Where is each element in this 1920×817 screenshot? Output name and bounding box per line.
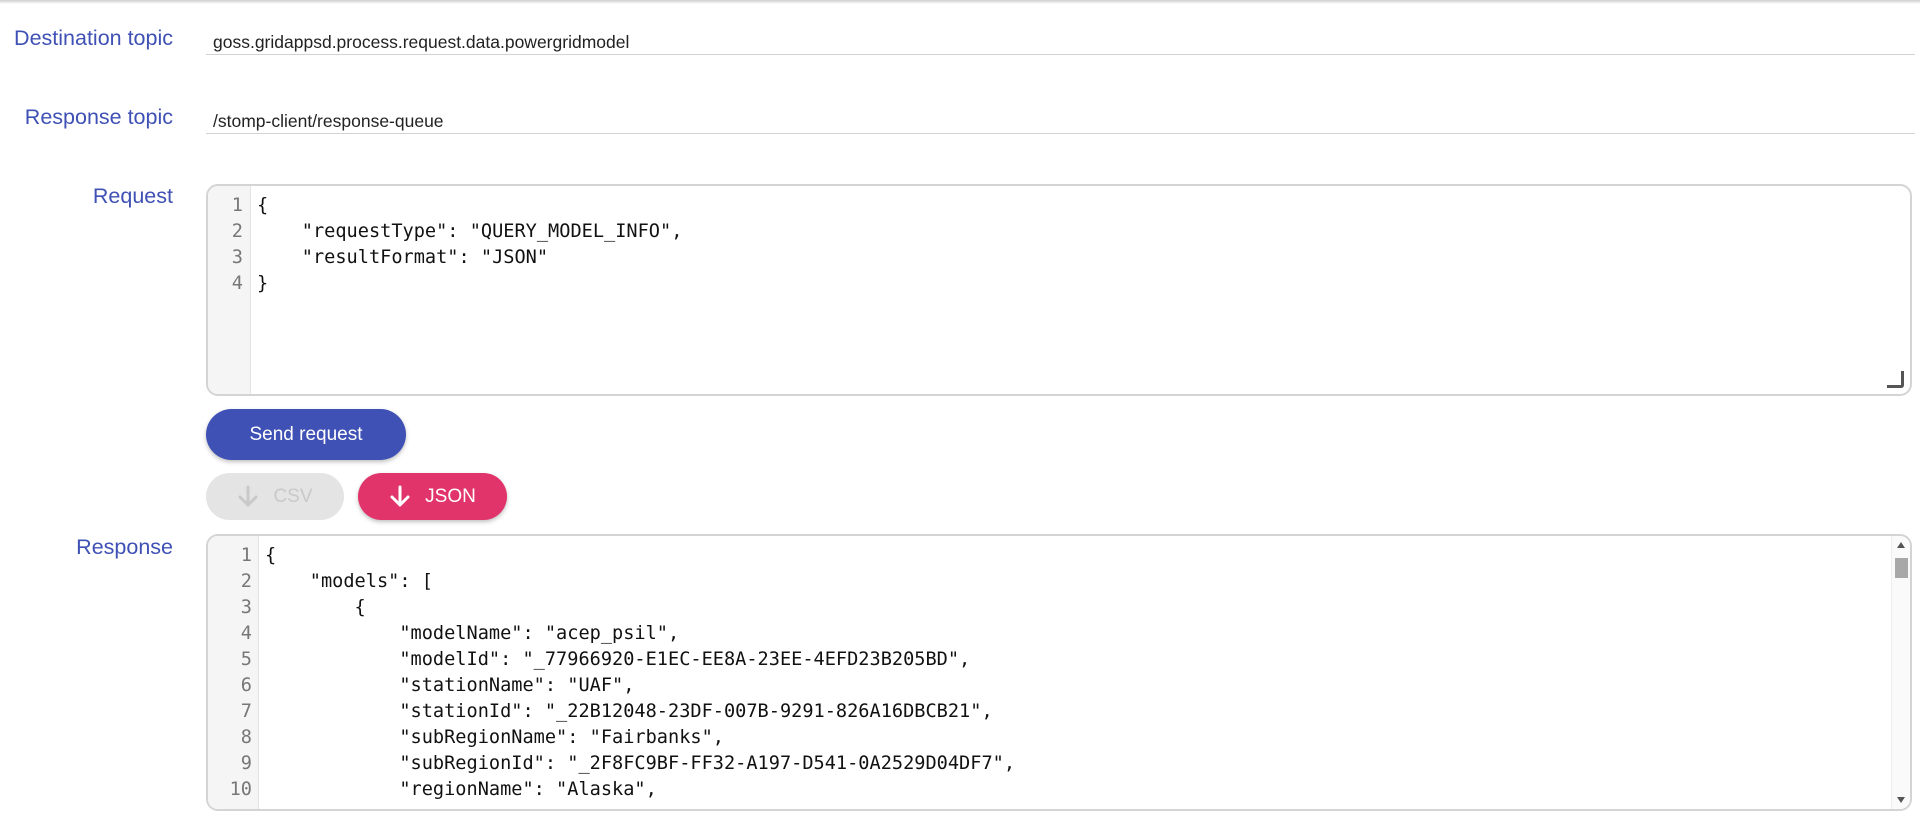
line-number: 3 <box>240 597 252 618</box>
code-text: "requestType": "QUERY_MODEL_INFO", <box>257 221 683 242</box>
send-request-label: Send request <box>249 423 363 445</box>
download-csv-label: CSV <box>273 485 313 507</box>
line-number: 4 <box>240 623 252 644</box>
response-scrollbar[interactable] <box>1891 536 1910 809</box>
line-number: 3 <box>231 247 243 268</box>
line-number: 8 <box>240 727 252 748</box>
code-text: "modelName": "acep_psil", <box>265 623 680 644</box>
arrow-down-icon <box>390 485 410 506</box>
request-code-line: 4} <box>208 271 1910 297</box>
code-text: { <box>257 195 269 216</box>
download-csv-button[interactable]: CSV <box>206 473 344 520</box>
code-text: "subRegionId": "_2F8FC9BF-FF32-A197-D541… <box>265 753 1016 774</box>
response-code-line: 2 "models": [ <box>208 569 1910 595</box>
code-text: } <box>257 273 269 294</box>
response-topic-label: Response topic <box>24 105 173 129</box>
code-text: "regionName": "Alaska", <box>265 779 657 800</box>
code-text: "modelId": "_77966920-E1EC-EE8A-23EE-4EF… <box>265 649 971 670</box>
response-topic-input[interactable]: /stomp-client/response-queue <box>206 109 1915 134</box>
line-number: 2 <box>240 571 252 592</box>
request-code-line: 2 "requestType": "QUERY_MODEL_INFO", <box>208 219 1910 245</box>
app-bar-shadow <box>0 0 1920 4</box>
request-editor[interactable]: 1{2 "requestType": "QUERY_MODEL_INFO", 3 … <box>206 184 1912 396</box>
line-number: 6 <box>240 675 252 696</box>
response-code-line: 6 "stationName": "UAF", <box>208 673 1910 699</box>
code-text: { <box>265 597 366 618</box>
code-text: { <box>265 545 277 566</box>
scroll-thumb[interactable] <box>1895 558 1908 578</box>
response-label: Response <box>76 535 173 559</box>
line-number: 5 <box>240 649 252 670</box>
response-code-line: 4 "modelName": "acep_psil", <box>208 621 1910 647</box>
line-number: 4 <box>231 273 243 294</box>
arrow-down-icon <box>238 485 258 506</box>
response-code-line: 10 "regionName": "Alaska", <box>208 777 1910 803</box>
destination-topic-label: Destination topic <box>14 26 173 50</box>
line-number: 10 <box>229 779 252 800</box>
request-code-line: 3 "resultFormat": "JSON" <box>208 245 1910 271</box>
scroll-up-icon[interactable] <box>1897 542 1905 548</box>
code-text: "subRegionName": "Fairbanks", <box>265 727 724 748</box>
code-text: "resultFormat": "JSON" <box>257 247 549 268</box>
response-editor[interactable]: 1{2 "models": [3 {4 "modelName": "acep_p… <box>206 534 1912 811</box>
code-text: "stationId": "_22B12048-23DF-007B-9291-8… <box>265 701 993 722</box>
destination-topic-input[interactable]: goss.gridappsd.process.request.data.powe… <box>206 30 1915 55</box>
line-number: 2 <box>231 221 243 242</box>
scroll-down-icon[interactable] <box>1897 797 1905 803</box>
code-text: "stationName": "UAF", <box>265 675 635 696</box>
download-json-label: JSON <box>425 485 476 507</box>
response-code-line: 7 "stationId": "_22B12048-23DF-007B-9291… <box>208 699 1910 725</box>
send-request-button[interactable]: Send request <box>206 409 406 460</box>
request-code-line: 1{ <box>208 193 1910 219</box>
response-code-line: 5 "modelId": "_77966920-E1EC-EE8A-23EE-4… <box>208 647 1910 673</box>
line-number: 1 <box>240 545 252 566</box>
line-number: 7 <box>240 701 252 722</box>
code-text: "models": [ <box>265 571 433 592</box>
request-label: Request <box>92 184 173 208</box>
line-number: 1 <box>231 195 243 216</box>
response-code-line: 8 "subRegionName": "Fairbanks", <box>208 725 1910 751</box>
download-json-button[interactable]: JSON <box>358 473 507 520</box>
response-code-line: 1{ <box>208 543 1910 569</box>
resize-grip-icon[interactable] <box>1887 371 1904 388</box>
response-code-line: 9 "subRegionId": "_2F8FC9BF-FF32-A197-D5… <box>208 751 1910 777</box>
response-code-line: 3 { <box>208 595 1910 621</box>
line-number: 9 <box>240 753 252 774</box>
